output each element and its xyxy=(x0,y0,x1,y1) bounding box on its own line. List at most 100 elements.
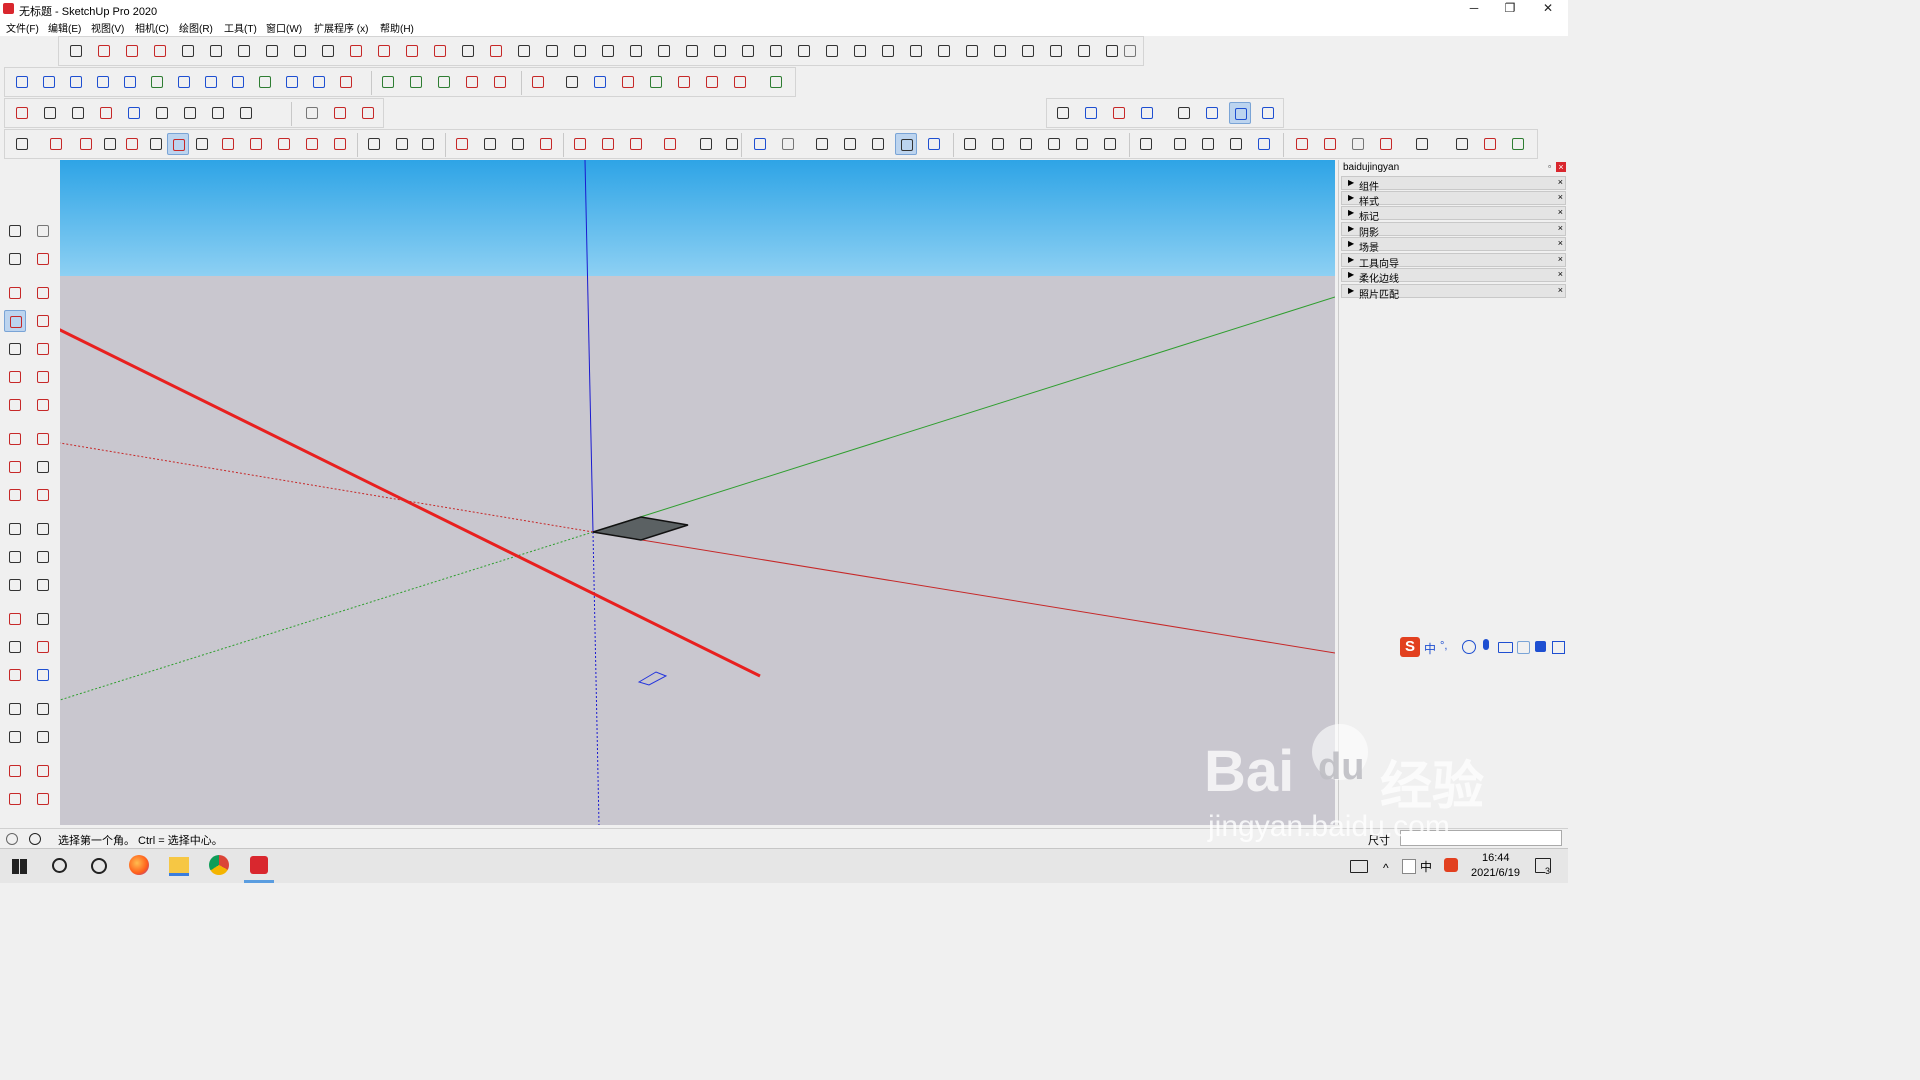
zoom-extents-icon[interactable] xyxy=(4,664,26,686)
top-view-icon[interactable] xyxy=(987,133,1009,155)
move-icon[interactable] xyxy=(4,428,26,450)
monochrome-icon[interactable] xyxy=(923,133,945,155)
eraser-icon[interactable] xyxy=(32,248,54,270)
tb2-curve-17[interactable] xyxy=(489,71,511,93)
minimize-button[interactable]: ─ xyxy=(1456,0,1492,18)
chevron-up-icon[interactable]: ^ xyxy=(1383,861,1389,875)
panel-styles[interactable]: ▶ 样式 × xyxy=(1341,191,1566,208)
close-icon[interactable]: × xyxy=(1558,192,1563,202)
section-plane-icon[interactable] xyxy=(1451,133,1473,155)
push-pull-icon[interactable] xyxy=(32,428,54,450)
close-icon[interactable]: × xyxy=(1558,269,1563,279)
tb1-tool-15[interactable] xyxy=(457,40,479,62)
tb1-tool-21[interactable] xyxy=(625,40,647,62)
freehand-icon[interactable] xyxy=(32,282,54,304)
position-camera-icon[interactable] xyxy=(179,102,201,124)
shaded-icon[interactable] xyxy=(867,133,889,155)
tb2-curve-04[interactable] xyxy=(92,71,114,93)
tape-measure-icon[interactable] xyxy=(363,133,385,155)
3d-text-icon[interactable] xyxy=(32,574,54,596)
tape-measure-icon[interactable] xyxy=(4,518,26,540)
dimension-icon[interactable] xyxy=(32,518,54,540)
ruby-icon-2[interactable] xyxy=(1375,133,1397,155)
ime-lang[interactable]: 中 xyxy=(1424,640,1436,657)
warehouse-icon[interactable] xyxy=(4,760,26,782)
tb2-curve-12[interactable] xyxy=(308,71,330,93)
shapes-icon[interactable] xyxy=(1479,133,1501,155)
component-icon[interactable] xyxy=(1347,133,1369,155)
tb1-tool-33[interactable] xyxy=(961,40,983,62)
tb1-tool-34[interactable] xyxy=(989,40,1011,62)
rotate-icon[interactable] xyxy=(301,133,323,155)
menu-camera[interactable]: 相机(C) xyxy=(135,20,169,35)
scale-icon[interactable] xyxy=(329,133,351,155)
make-component-icon[interactable] xyxy=(32,220,54,242)
walk-icon[interactable] xyxy=(235,102,257,124)
menu-view[interactable]: 视图(V) xyxy=(91,20,124,35)
tb3-layer-03[interactable] xyxy=(1108,102,1130,124)
tb3-tool-01[interactable] xyxy=(301,102,323,124)
orbit-icon-2[interactable] xyxy=(451,133,473,155)
tb1-tool-02[interactable] xyxy=(93,40,115,62)
tb1-tool-25[interactable] xyxy=(737,40,759,62)
pencil-icon[interactable] xyxy=(4,282,26,304)
warehouse-icon-2[interactable] xyxy=(1291,133,1313,155)
solid-outer-shell-icon[interactable] xyxy=(1135,133,1157,155)
axes-icon[interactable] xyxy=(4,574,26,596)
close-icon[interactable]: × xyxy=(1558,223,1563,233)
tb2-push-04[interactable] xyxy=(617,71,639,93)
panel-soften-edges[interactable]: ▶ 柔化边线 × xyxy=(1341,268,1566,285)
arc-icon[interactable] xyxy=(121,133,143,155)
panel-components[interactable]: ▶ 组件 × xyxy=(1341,176,1566,193)
tb1-tool-06[interactable] xyxy=(205,40,227,62)
firefox-icon[interactable] xyxy=(129,855,149,875)
file-explorer-icon[interactable] xyxy=(169,857,189,876)
paint-bucket-icon[interactable] xyxy=(417,133,439,155)
wrench-icon[interactable] xyxy=(433,71,455,93)
zoom-extents-icon-2[interactable] xyxy=(535,133,557,155)
tb1-tool-13[interactable] xyxy=(401,40,423,62)
panel-shadows[interactable]: ▶ 阴影 × xyxy=(1341,222,1566,239)
close-icon[interactable]: × xyxy=(1558,254,1563,264)
close-icon[interactable]: × xyxy=(1558,285,1563,295)
tb2-push-06[interactable] xyxy=(673,71,695,93)
tb1-tool-12[interactable] xyxy=(373,40,395,62)
search-icon[interactable] xyxy=(52,858,67,873)
zoom-extents-icon[interactable] xyxy=(95,102,117,124)
tb1-tool-29[interactable] xyxy=(849,40,871,62)
tb1-tool-10[interactable] xyxy=(317,40,339,62)
tb1-tool-18[interactable] xyxy=(541,40,563,62)
pan-icon[interactable] xyxy=(151,102,173,124)
tb2-curve-14[interactable] xyxy=(377,71,399,93)
menu-help[interactable]: 帮助(H) xyxy=(380,20,414,35)
windows-start-icon[interactable] xyxy=(12,859,27,874)
rotated-rectangle-icon[interactable] xyxy=(32,310,54,332)
tb1-tool-05[interactable] xyxy=(177,40,199,62)
pan-icon-2[interactable] xyxy=(479,133,501,155)
previous-view-icon[interactable] xyxy=(32,664,54,686)
tb1-tool-16[interactable] xyxy=(485,40,507,62)
select-icon[interactable] xyxy=(4,220,26,242)
push-pull-icon[interactable] xyxy=(217,133,239,155)
arc-icon[interactable] xyxy=(4,366,26,388)
menu-grid-icon[interactable] xyxy=(1552,641,1565,654)
tb2-curve-02[interactable] xyxy=(38,71,60,93)
measurements-input[interactable] xyxy=(1400,830,1562,846)
panel-tags[interactable]: ▶ 标记 × xyxy=(1341,206,1566,223)
tb2-curve-03[interactable] xyxy=(65,71,87,93)
zoom-window-icon[interactable] xyxy=(32,636,54,658)
keyboard-icon[interactable] xyxy=(1498,642,1513,653)
polygon-icon[interactable] xyxy=(32,338,54,360)
tb3-layer-04[interactable] xyxy=(1136,102,1158,124)
view-icon-1[interactable] xyxy=(1201,102,1223,124)
tb1-tool-08[interactable] xyxy=(261,40,283,62)
ime-punct[interactable]: °, xyxy=(1440,640,1447,652)
circle-icon[interactable] xyxy=(4,338,26,360)
tb2-push-07[interactable] xyxy=(701,71,723,93)
menu-tools[interactable]: 工具(T) xyxy=(224,20,257,35)
iso-view-icon[interactable] xyxy=(959,133,981,155)
tb1-tool-19[interactable] xyxy=(569,40,591,62)
ruby-icon[interactable] xyxy=(659,133,681,155)
view-icon-2[interactable] xyxy=(1229,102,1251,124)
walk-icon[interactable] xyxy=(4,726,26,748)
